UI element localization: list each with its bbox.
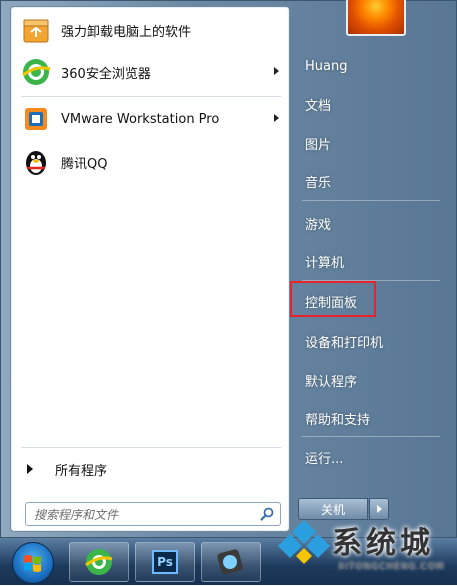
right-item-pictures[interactable]: 图片 <box>294 129 444 157</box>
right-item-games[interactable]: 游戏 <box>294 209 444 237</box>
search-input[interactable] <box>32 505 256 525</box>
right-item-help-support[interactable]: 帮助和支持 <box>294 404 444 432</box>
right-item-label: 运行... <box>305 451 344 467</box>
right-item-default-programs[interactable]: 默认程序 <box>294 366 444 394</box>
right-item-label: 文档 <box>305 98 332 114</box>
uninstall-box-icon <box>21 15 51 45</box>
right-item-label: 游戏 <box>305 217 332 233</box>
program-item-uninstaller[interactable]: 强力卸载电脑上的软件 <box>15 11 285 49</box>
taskbar-360-browser[interactable] <box>69 542 129 582</box>
program-label: 腾讯QQ <box>61 156 108 172</box>
right-item-label: Huang <box>305 58 348 74</box>
submenu-arrow-icon[interactable] <box>274 114 279 122</box>
all-programs-label: 所有程序 <box>55 463 108 479</box>
program-item-qq[interactable]: 腾讯QQ <box>15 143 285 181</box>
right-item-run[interactable]: 运行... <box>294 443 444 471</box>
right-item-label: 帮助和支持 <box>305 412 371 428</box>
search-box[interactable] <box>25 502 281 526</box>
start-orb[interactable] <box>12 542 54 584</box>
right-item-label: 默认程序 <box>305 374 358 390</box>
program-label: VMware Workstation Pro <box>61 111 220 127</box>
right-item-devices-printers[interactable]: 设备和打印机 <box>294 327 444 355</box>
divider <box>21 447 281 448</box>
places-pane: Huang 文档 图片 音乐 游戏 计算机 控制面板 设备和打印机 默认程序 帮… <box>290 0 457 538</box>
right-item-user[interactable]: Huang <box>294 52 444 80</box>
watermark-subtext: XITONGCHENG.COM <box>338 562 445 572</box>
programs-pane: 强力卸载电脑上的软件 360安全浏览器 VMware Workstation P… <box>10 6 290 532</box>
taskbar-app[interactable] <box>201 542 261 582</box>
app-icon <box>217 549 243 575</box>
program-label: 强力卸载电脑上的软件 <box>61 24 192 40</box>
divider <box>21 96 281 97</box>
360-browser-icon <box>21 57 51 87</box>
right-item-documents[interactable]: 文档 <box>294 90 444 118</box>
program-item-360-browser[interactable]: 360安全浏览器 <box>15 53 285 91</box>
windows-logo-icon <box>24 555 41 572</box>
watermark-text: 系统城 <box>332 526 434 561</box>
right-item-label: 计算机 <box>305 255 345 271</box>
watermark-logo-icon <box>278 520 330 564</box>
program-label: 360安全浏览器 <box>61 66 151 82</box>
program-item-vmware[interactable]: VMware Workstation Pro <box>15 100 285 138</box>
right-item-label: 设备和打印机 <box>305 335 384 351</box>
highlight-box <box>290 281 376 317</box>
submenu-arrow-icon[interactable] <box>274 67 279 75</box>
user-avatar[interactable] <box>346 0 406 36</box>
taskbar-photoshop[interactable]: Ps <box>135 542 195 582</box>
all-programs-button[interactable]: 所有程序 <box>19 458 281 480</box>
right-item-computer[interactable]: 计算机 <box>294 247 444 275</box>
right-item-music[interactable]: 音乐 <box>294 167 444 195</box>
divider <box>302 436 440 437</box>
vmware-icon <box>21 104 51 134</box>
divider <box>302 200 440 201</box>
expand-arrow-icon <box>27 464 33 474</box>
right-item-label: 音乐 <box>305 175 332 191</box>
qq-penguin-icon <box>21 147 51 177</box>
photoshop-icon: Ps <box>152 550 178 574</box>
watermark: 系统城 XITONGCHENG.COM <box>270 510 457 585</box>
360-browser-icon <box>85 549 113 575</box>
right-item-label: 图片 <box>305 137 332 153</box>
